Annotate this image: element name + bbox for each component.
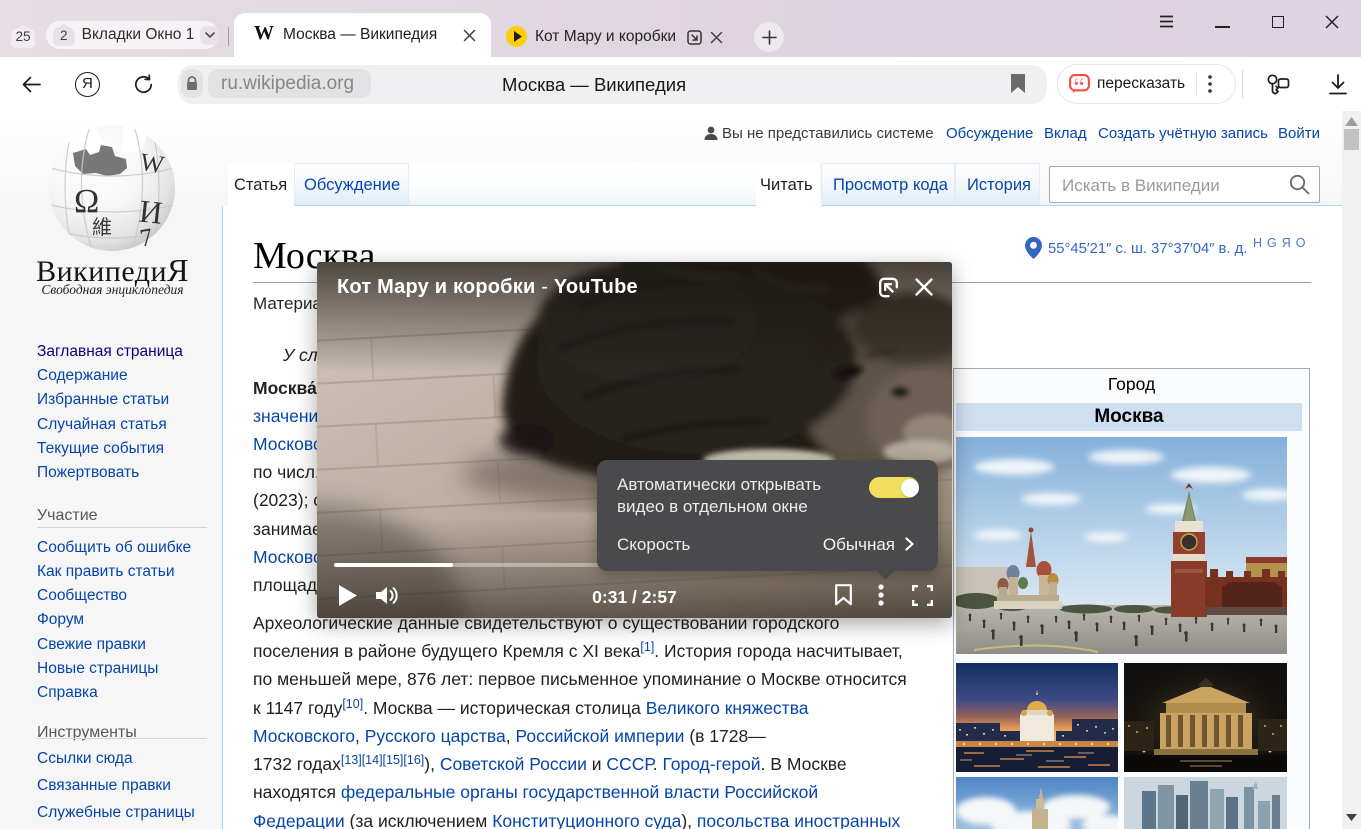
svg-text:W: W <box>138 149 166 179</box>
svg-text:Ω: Ω <box>74 183 99 220</box>
svg-text:維: 維 <box>92 216 112 239</box>
